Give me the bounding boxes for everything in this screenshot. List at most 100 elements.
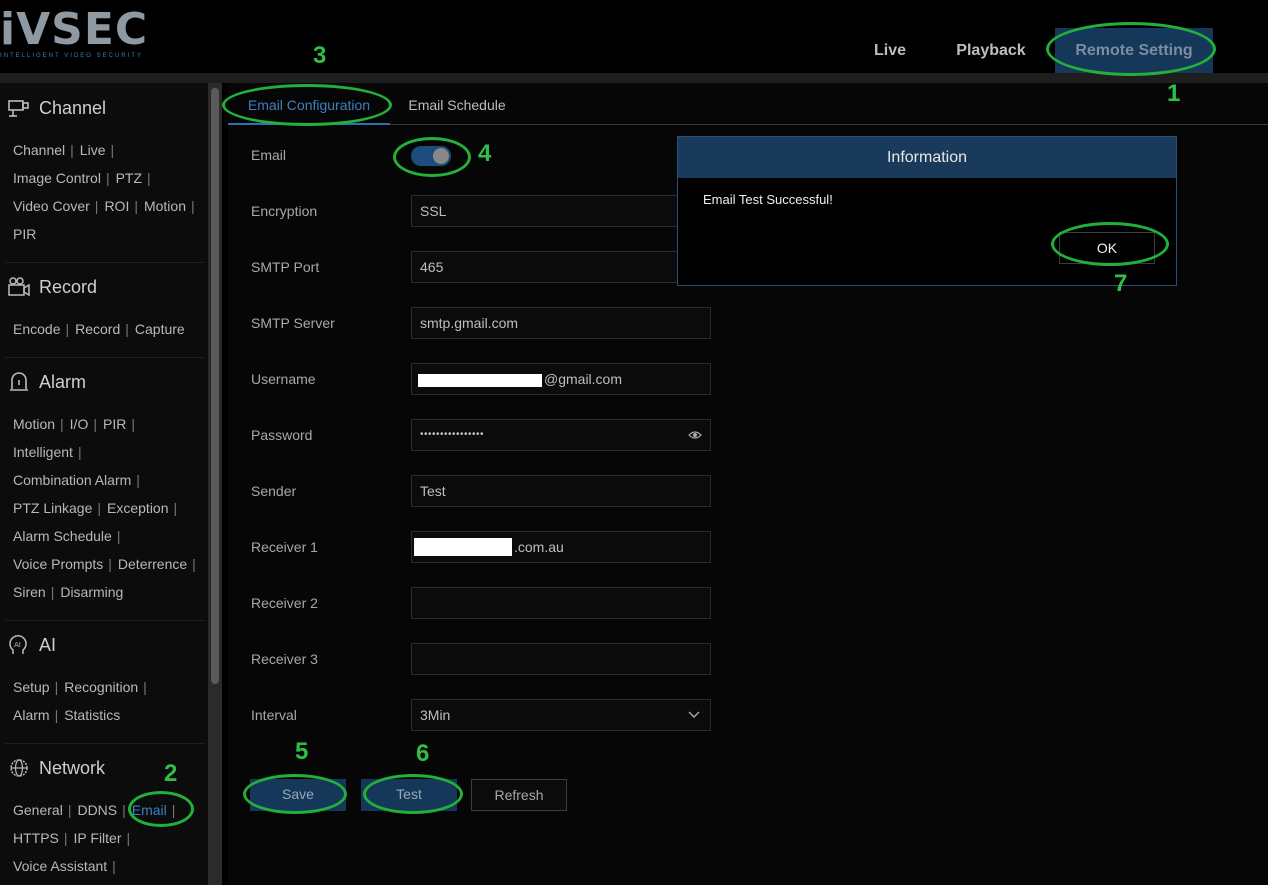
sidebar-row: Motion | I/O | PIR | xyxy=(13,416,135,432)
section-title: Network xyxy=(39,757,106,778)
sidebar-row: Video Cover | ROI | Motion | xyxy=(13,198,195,214)
section-alarm: Alarm xyxy=(7,369,86,395)
section-ai: AI AI xyxy=(7,632,56,658)
nav-live[interactable]: Live xyxy=(862,28,918,73)
password-input[interactable]: •••••••••••••••• xyxy=(411,419,711,451)
chevron-down-icon xyxy=(688,700,700,730)
sidebar-scroll-thumb[interactable] xyxy=(211,88,219,684)
sidebar-item-voice-assistant[interactable]: Voice Assistant xyxy=(13,858,107,874)
sidebar-item-https[interactable]: HTTPS xyxy=(13,830,59,846)
ai-icon-text: AI xyxy=(14,641,21,649)
sidebar-item-record[interactable]: Record xyxy=(75,321,120,337)
annotation-ring xyxy=(222,84,392,126)
annotation-number-7: 7 xyxy=(1114,270,1128,297)
sidebar-item-ddns[interactable]: DDNS xyxy=(77,802,117,818)
sidebar-item-roi[interactable]: ROI xyxy=(104,198,129,214)
sidebar-item-video-cover[interactable]: Video Cover xyxy=(13,198,90,214)
interval-value: 3Min xyxy=(420,707,451,723)
sidebar-item-ip-filter[interactable]: IP Filter xyxy=(74,830,122,846)
smtp-port-label: SMTP Port xyxy=(251,259,320,275)
sidebar-item-capture[interactable]: Capture xyxy=(135,321,185,337)
annotation-ring xyxy=(243,774,347,814)
sidebar-row: Siren | Disarming xyxy=(13,584,124,600)
sender-input[interactable]: Test xyxy=(411,475,711,507)
sidebar-item-encode[interactable]: Encode xyxy=(13,321,60,337)
sidebar-item-ptz-linkage[interactable]: PTZ Linkage xyxy=(13,500,92,516)
section-divider xyxy=(5,262,205,263)
receiver1-redaction xyxy=(414,538,512,556)
sidebar-item-pir[interactable]: PIR xyxy=(13,226,36,242)
eye-icon[interactable] xyxy=(688,420,702,450)
smtp-port-value: 465 xyxy=(420,259,444,275)
sidebar-item-combination-alarm[interactable]: Combination Alarm xyxy=(13,472,131,488)
smtp-server-input[interactable]: smtp.gmail.com xyxy=(411,307,711,339)
sidebar-item-voice-prompts[interactable]: Voice Prompts xyxy=(13,556,103,572)
sidebar-item-exception[interactable]: Exception xyxy=(107,500,168,516)
section-divider xyxy=(5,357,205,358)
sidebar-row: Setup | Recognition | xyxy=(13,679,147,695)
sidebar-item-ptz[interactable]: PTZ xyxy=(116,170,142,186)
sidebar-item-recognition[interactable]: Recognition xyxy=(64,679,138,695)
sidebar-item-motion[interactable]: Motion xyxy=(144,198,186,214)
sidebar-row: PIR xyxy=(13,224,36,244)
interval-select[interactable]: 3Min xyxy=(411,699,711,731)
annotation-number-5: 5 xyxy=(295,738,309,765)
sidebar-item-alarm-schedule[interactable]: Alarm Schedule xyxy=(13,528,112,544)
annotation-ring xyxy=(1046,22,1216,76)
header-divider xyxy=(0,73,1268,83)
smtp-port-input[interactable]: 465 xyxy=(411,251,711,283)
sidebar-item-alarm-pir[interactable]: PIR xyxy=(103,416,126,432)
globe-icon xyxy=(7,757,31,779)
sidebar-row: Combination Alarm | xyxy=(13,472,140,488)
annotation-number-3: 3 xyxy=(313,42,327,69)
smtp-server-value: smtp.gmail.com xyxy=(420,315,519,331)
interval-label: Interval xyxy=(251,707,297,723)
sidebar-item-statistics[interactable]: Statistics xyxy=(64,707,120,723)
refresh-button[interactable]: Refresh xyxy=(471,779,567,811)
receiver3-label: Receiver 3 xyxy=(251,651,318,667)
sidebar-item-siren[interactable]: Siren xyxy=(13,584,46,600)
password-label: Password xyxy=(251,427,313,443)
sidebar-item-image-control[interactable]: Image Control xyxy=(13,170,101,186)
annotation-number-6: 6 xyxy=(416,740,430,767)
username-redaction xyxy=(418,374,542,387)
sidebar-row: Voice Prompts | Deterrence | xyxy=(13,556,196,572)
sidebar-item-disarming[interactable]: Disarming xyxy=(60,584,123,600)
receiver3-input[interactable] xyxy=(411,643,711,675)
camera-icon xyxy=(7,97,31,119)
sidebar-item-setup[interactable]: Setup xyxy=(13,679,50,695)
nav-playback[interactable]: Playback xyxy=(948,28,1034,73)
encryption-label: Encryption xyxy=(251,203,318,219)
sidebar-item-intelligent[interactable]: Intelligent xyxy=(13,444,73,460)
sidebar-item-alarm-motion[interactable]: Motion xyxy=(13,416,55,432)
sidebar-item-live[interactable]: Live xyxy=(80,142,106,158)
section-channel: Channel xyxy=(7,95,106,121)
sidebar-item-io[interactable]: I/O xyxy=(70,416,89,432)
receiver2-input[interactable] xyxy=(411,587,711,619)
sidebar-row: Alarm Schedule | xyxy=(13,528,121,544)
dialog-message: Email Test Successful! xyxy=(703,192,833,207)
annotation-number-4: 4 xyxy=(478,140,492,167)
receiver2-label: Receiver 2 xyxy=(251,595,318,611)
section-divider xyxy=(5,743,205,744)
encryption-select[interactable]: SSL xyxy=(411,195,711,227)
sidebar-item-ai-alarm[interactable]: Alarm xyxy=(13,707,50,723)
ai-head-icon: AI xyxy=(7,634,31,656)
smtp-server-label: SMTP Server xyxy=(251,315,335,331)
logo-text: iVSEC xyxy=(0,4,149,55)
sidebar-item-channel[interactable]: Channel xyxy=(13,142,65,158)
encryption-value: SSL xyxy=(420,203,447,219)
video-recorder-icon xyxy=(7,276,31,298)
sidebar-item-general[interactable]: General xyxy=(13,802,63,818)
annotation-ring xyxy=(128,791,194,827)
tab-email-schedule[interactable]: Email Schedule xyxy=(398,95,516,125)
ivsec-logo: iVSEC INTELLIGENT VIDEO SECURITY xyxy=(0,8,160,60)
sidebar-row: PTZ Linkage | Exception | xyxy=(13,500,178,516)
section-divider xyxy=(5,620,205,621)
username-label: Username xyxy=(251,371,316,387)
section-record: Record xyxy=(7,274,97,300)
sidebar-item-deterrence[interactable]: Deterrence xyxy=(118,556,187,572)
sidebar-row: HTTPS | IP Filter | xyxy=(13,830,131,846)
sidebar-row: Channel | Live | xyxy=(13,142,115,158)
alarm-light-icon xyxy=(7,371,31,393)
